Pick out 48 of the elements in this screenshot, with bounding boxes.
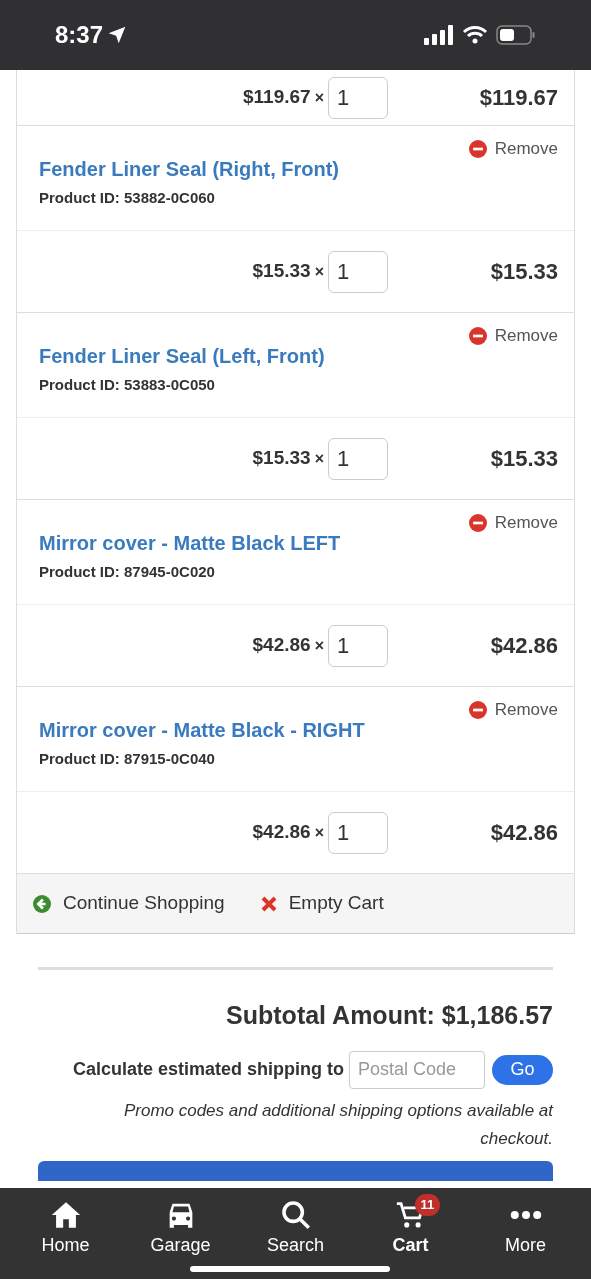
shipping-label: Calculate estimated shipping to bbox=[72, 1058, 344, 1081]
postal-code-field[interactable]: Postal Code bbox=[349, 1050, 485, 1089]
product-id: Product ID: 87915-0C040 bbox=[39, 749, 216, 769]
line-total: $42.86 bbox=[489, 632, 558, 660]
unit-price: $119.67 bbox=[243, 85, 311, 110]
unit-price: $15.33 bbox=[252, 259, 311, 284]
minus-circle-icon bbox=[468, 513, 487, 532]
unit-price: $42.86 bbox=[252, 820, 311, 845]
times-sign: × bbox=[314, 261, 324, 282]
minus-circle-icon bbox=[468, 700, 487, 719]
wifi-icon bbox=[462, 25, 488, 45]
tab-bar-item[interactable]: Home bbox=[15, 1198, 116, 1259]
more-icon bbox=[508, 1211, 543, 1219]
subtotal-amount: Subtotal Amount: $1,186.57 bbox=[226, 1000, 553, 1031]
empty-cart-button[interactable]: Empty Cart bbox=[260, 889, 384, 918]
unit-price: $42.86 bbox=[252, 633, 311, 658]
quantity-field[interactable]: 1 bbox=[328, 624, 388, 667]
times-sign: × bbox=[314, 822, 324, 843]
close-icon bbox=[260, 895, 277, 912]
tab-bar-item[interactable]: Search bbox=[245, 1198, 346, 1259]
times-sign: × bbox=[314, 635, 324, 656]
product-id: Product ID: 53882-0C060 bbox=[39, 188, 216, 208]
signal-icon bbox=[424, 25, 454, 45]
unit-price: $15.33 bbox=[252, 446, 311, 471]
minus-circle-icon bbox=[468, 326, 487, 345]
go-button[interactable]: Go bbox=[492, 1054, 553, 1085]
quantity-field[interactable]: 1 bbox=[328, 437, 388, 480]
checkout-button[interactable] bbox=[38, 1160, 553, 1181]
product-id: Product ID: 53883-0C050 bbox=[39, 375, 216, 395]
line-total: $15.33 bbox=[489, 258, 558, 286]
minus-circle-icon bbox=[468, 139, 487, 158]
line-total: $15.33 bbox=[489, 445, 558, 473]
line-total: $42.86 bbox=[489, 819, 558, 847]
quantity-field[interactable]: 1 bbox=[328, 250, 388, 293]
quantity-field[interactable]: 1 bbox=[328, 811, 388, 854]
battery-icon bbox=[496, 24, 536, 46]
status-time: 8:37 bbox=[55, 20, 104, 50]
promo-note: Promo codes and additional shipping options available at checkout. bbox=[122, 1099, 553, 1150]
quantity-field[interactable]: 1 bbox=[328, 76, 388, 119]
times-sign: × bbox=[314, 87, 324, 108]
continue-shopping-button[interactable]: Continue Shopping bbox=[33, 889, 225, 918]
line-total: $119.67 bbox=[478, 84, 558, 112]
location-icon bbox=[107, 25, 128, 45]
tab-bar-item[interactable]: Garage bbox=[130, 1198, 231, 1259]
times-sign: × bbox=[314, 448, 324, 469]
cart-count-badge: 11 bbox=[414, 1194, 441, 1216]
product-id: Product ID: 87945-0C020 bbox=[39, 562, 216, 582]
tab-bar-item[interactable]: More bbox=[475, 1198, 576, 1259]
